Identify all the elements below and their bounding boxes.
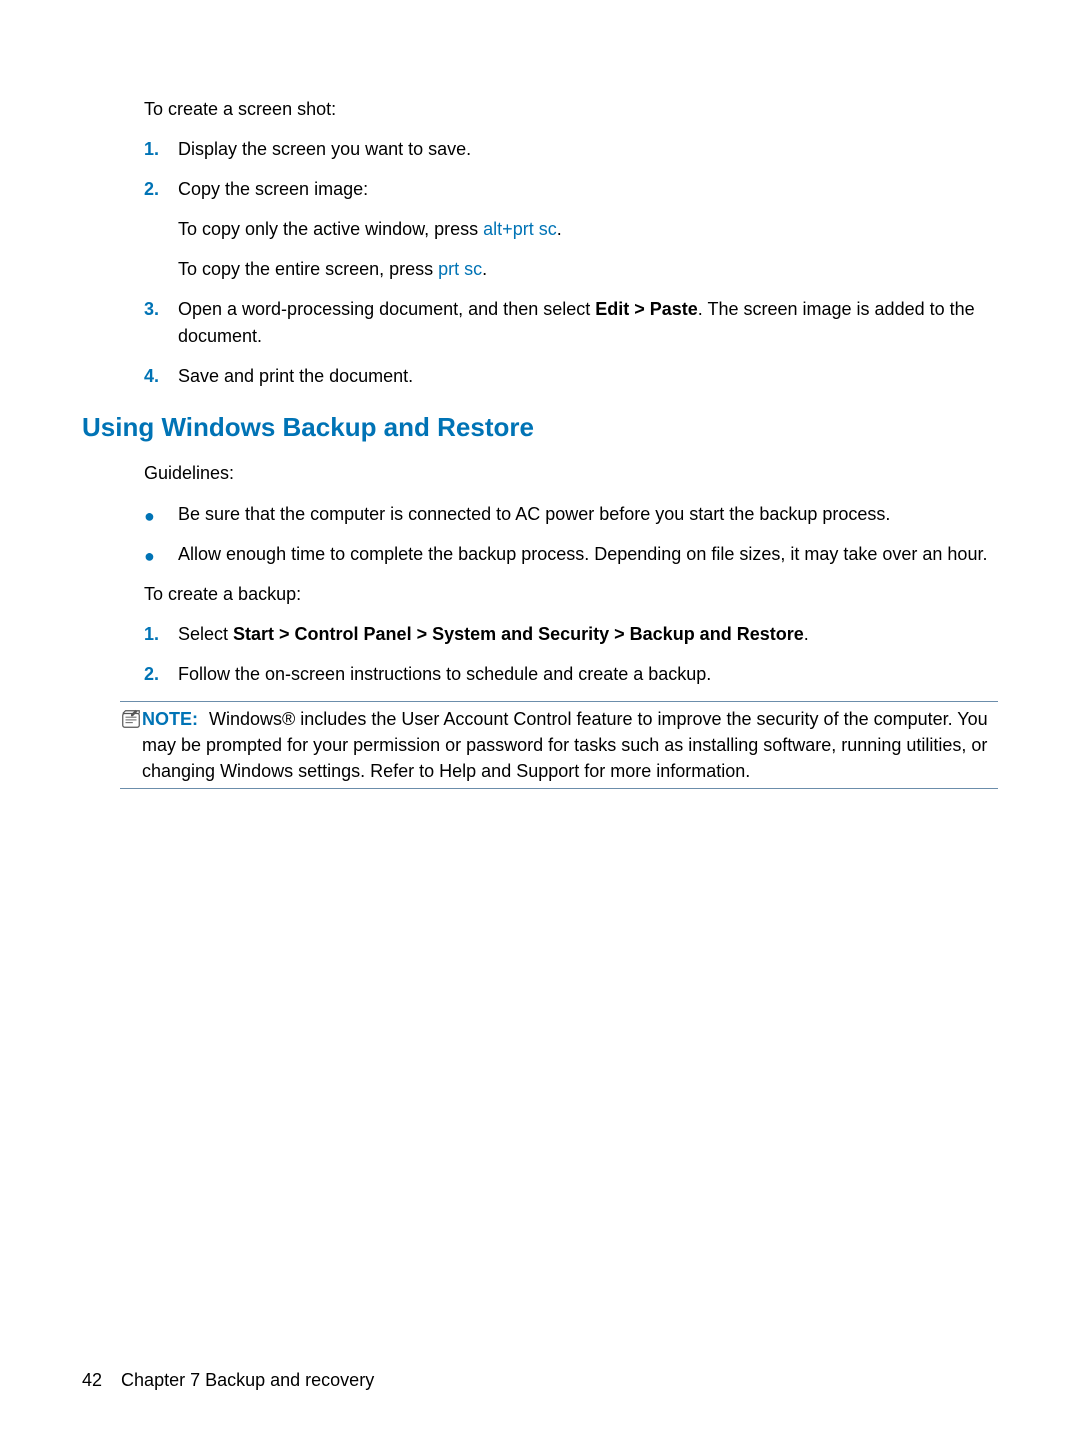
- step-2: 2. Copy the screen image: To copy only t…: [144, 176, 998, 282]
- screenshot-steps-list: 1. Display the screen you want to save. …: [144, 136, 998, 389]
- note-icon: [120, 708, 142, 737]
- note-content: NOTE: Windows® includes the User Account…: [142, 706, 998, 784]
- note-text: Windows® includes the User Account Contr…: [142, 709, 988, 781]
- footer-chapter: Chapter 7 Backup and recovery: [121, 1370, 374, 1390]
- sub-text: To copy only the active window, press: [178, 219, 483, 239]
- step-number: 1.: [144, 621, 178, 647]
- step-bold: Edit > Paste: [595, 299, 698, 319]
- backup-intro: To create a backup:: [144, 581, 998, 607]
- bullet-2: ● Allow enough time to complete the back…: [144, 541, 998, 567]
- step-bold: Start > Control Panel > System and Secur…: [233, 624, 804, 644]
- key-alt: alt: [483, 219, 502, 239]
- step-suffix: .: [804, 624, 809, 644]
- step-prefix: Open a word-processing document, and the…: [178, 299, 595, 319]
- step-content: Select Start > Control Panel > System an…: [178, 621, 998, 647]
- step-4: 4. Save and print the document.: [144, 363, 998, 389]
- step-content: Display the screen you want to save.: [178, 136, 998, 162]
- sub-suffix: .: [557, 219, 562, 239]
- step-number: 2.: [144, 176, 178, 202]
- guidelines-intro: Guidelines:: [144, 460, 998, 486]
- page-number: 42: [82, 1370, 102, 1390]
- step-2-sub-2: To copy the entire screen, press prt sc.: [178, 256, 998, 282]
- step-3: 3. Open a word-processing document, and …: [144, 296, 998, 348]
- step-number: 3.: [144, 296, 178, 322]
- key-prtsc: prt sc: [438, 259, 482, 279]
- bullet-content: Be sure that the computer is connected t…: [178, 501, 998, 527]
- page-footer: 42 Chapter 7 Backup and recovery: [82, 1367, 374, 1393]
- section-heading: Using Windows Backup and Restore: [82, 409, 998, 447]
- sub-suffix: .: [482, 259, 487, 279]
- guidelines-list: ● Be sure that the computer is connected…: [144, 501, 998, 567]
- step-content: Save and print the document.: [178, 363, 998, 389]
- backup-step-2: 2. Follow the on-screen instructions to …: [144, 661, 998, 687]
- key-plus: +: [502, 219, 513, 239]
- step-number: 4.: [144, 363, 178, 389]
- step-prefix: Select: [178, 624, 233, 644]
- step-content: Copy the screen image:: [178, 176, 998, 202]
- key-prtsc: prt sc: [513, 219, 557, 239]
- bullet-1: ● Be sure that the computer is connected…: [144, 501, 998, 527]
- step-content: Follow the on-screen instructions to sch…: [178, 661, 998, 687]
- step-1: 1. Display the screen you want to save.: [144, 136, 998, 162]
- bullet-content: Allow enough time to complete the backup…: [178, 541, 998, 567]
- step-content: Open a word-processing document, and the…: [178, 296, 998, 348]
- step-number: 1.: [144, 136, 178, 162]
- note-label: NOTE:: [142, 709, 198, 729]
- note-box: NOTE: Windows® includes the User Account…: [120, 701, 998, 789]
- bullet-icon: ●: [144, 507, 178, 525]
- step-2-sub-1: To copy only the active window, press al…: [178, 216, 998, 242]
- backup-step-1: 1. Select Start > Control Panel > System…: [144, 621, 998, 647]
- bullet-icon: ●: [144, 547, 178, 565]
- backup-steps-list: 1. Select Start > Control Panel > System…: [144, 621, 998, 687]
- step-number: 2.: [144, 661, 178, 687]
- screenshot-intro: To create a screen shot:: [144, 96, 998, 122]
- sub-text: To copy the entire screen, press: [178, 259, 438, 279]
